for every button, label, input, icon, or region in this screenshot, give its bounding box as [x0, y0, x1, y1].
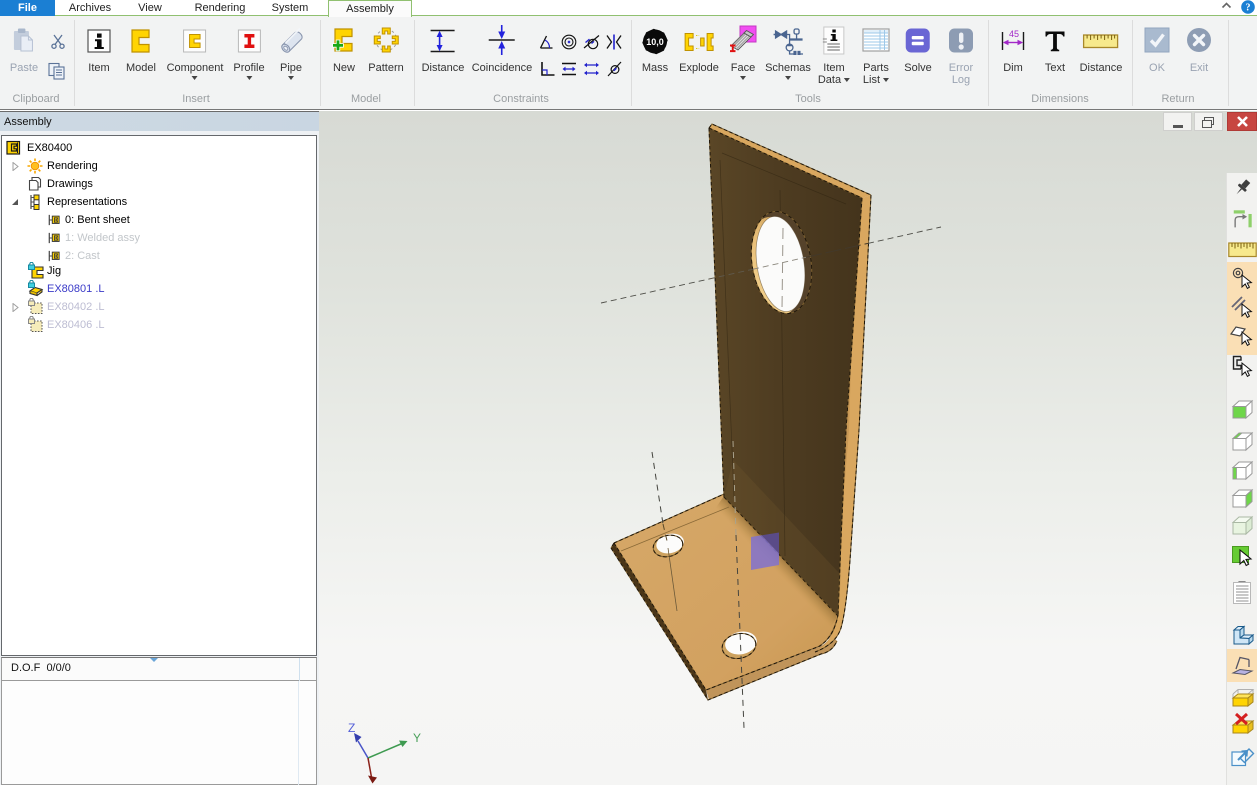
svg-text:45: 45 — [1009, 29, 1019, 39]
svg-text:Y: Y — [413, 731, 421, 745]
svg-text:?: ? — [1246, 3, 1251, 14]
svg-text:10,0: 10,0 — [646, 37, 664, 47]
svg-text:Z: Z — [348, 721, 355, 735]
